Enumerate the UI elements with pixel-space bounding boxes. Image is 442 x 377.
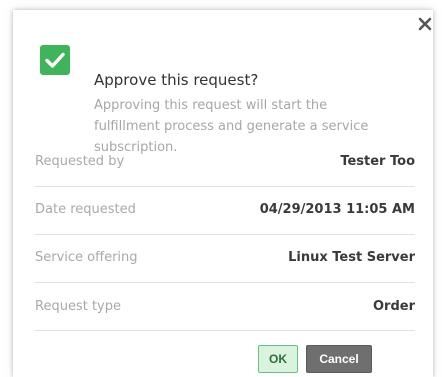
detail-label: Service offering <box>35 250 138 265</box>
detail-value: Linux Test Server <box>288 250 415 265</box>
cancel-button[interactable]: Cancel <box>306 345 372 373</box>
detail-label: Request type <box>35 299 121 314</box>
detail-row-request-type: Request type Order <box>35 299 415 319</box>
dialog-description: Approving this request will start the fu… <box>94 98 369 155</box>
approve-request-dialog <box>13 10 433 377</box>
divider <box>35 234 415 235</box>
dialog-title: Approve this request? <box>94 71 259 89</box>
divider <box>35 186 415 187</box>
close-icon[interactable] <box>417 16 433 32</box>
detail-row-requested-by: Requested by Tester Too <box>35 154 415 174</box>
divider <box>35 330 415 331</box>
detail-value: Order <box>373 299 415 314</box>
detail-value: 04/29/2013 11:05 AM <box>259 202 415 217</box>
ok-button[interactable]: OK <box>258 345 298 373</box>
detail-row-service-offering: Service offering Linux Test Server <box>35 250 415 270</box>
detail-label: Date requested <box>35 202 136 217</box>
divider <box>35 282 415 283</box>
detail-value: Tester Too <box>340 154 415 169</box>
detail-label: Requested by <box>35 154 125 169</box>
screen: Approve this request? Approving this req… <box>0 0 442 377</box>
detail-row-date-requested: Date requested 04/29/2013 11:05 AM <box>35 202 415 222</box>
checkmark-icon <box>40 45 70 75</box>
